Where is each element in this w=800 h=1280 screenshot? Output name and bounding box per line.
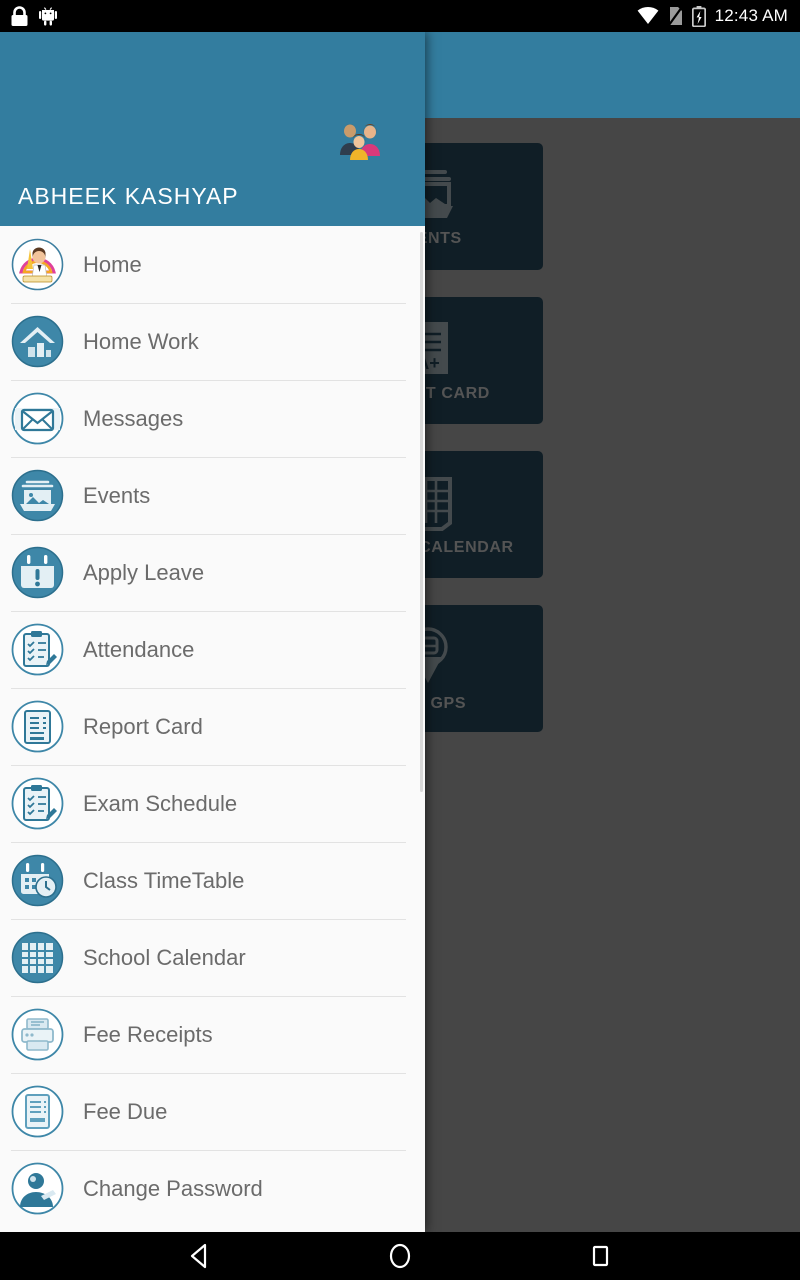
drawer-item-label: Apply Leave [83,559,205,585]
drawer-item-label: Messages [83,405,184,431]
navigation-drawer: ABHEEK KASHYAP Home Home Work Messages E… [0,32,425,1232]
drawer-item-class-timetable[interactable]: Class TimeTable [0,842,425,919]
checklist-pen-icon [11,623,64,676]
drawer-item-change-password[interactable]: Change Password [0,1150,425,1227]
drawer-item-label: Events [83,482,151,508]
drawer-header: ABHEEK KASHYAP [0,32,425,226]
status-bar-left-icons [0,5,57,27]
drawer-menu-list: Home Home Work Messages Events Apply Lea… [0,226,425,1227]
recents-square-icon[interactable] [570,1232,630,1280]
exclamation-calendar-icon [11,546,64,599]
battery-charging-icon [691,5,706,27]
printer-receipt-icon [11,1008,64,1061]
drawer-item-fee-due[interactable]: Fee Due [0,1073,425,1150]
drawer-item-label: Attendance [83,636,195,662]
wifi-icon [637,7,658,24]
no-sim-icon [667,6,683,26]
drawer-item-label: Home [83,251,142,277]
phone-screen: MESSAGES ATTENDANCE CLASS TIME TABLE [0,0,800,1280]
android-robot-icon [39,6,57,26]
drawer-item-events[interactable]: Events [0,457,425,534]
drawer-item-label: Report Card [83,713,203,739]
home-circle-icon[interactable] [370,1232,430,1280]
back-triangle-icon[interactable] [170,1232,230,1280]
drawer-item-fee-receipts[interactable]: Fee Receipts [0,996,425,1073]
status-bar: 12:43 AM [0,0,800,32]
drawer-item-home-work[interactable]: Home Work [0,303,425,380]
status-bar-clock: 12:43 AM [714,6,788,25]
drawer-item-exam-schedule[interactable]: Exam Schedule [0,765,425,842]
drawer-item-home[interactable]: Home [0,226,425,303]
drawer-item-label: Fee Receipts [83,1021,213,1047]
drawer-item-label: Home Work [83,328,199,354]
drawer-username: ABHEEK KASHYAP [18,183,239,209]
house-book-icon [11,315,64,368]
drawer-item-label: Exam Schedule [83,790,238,816]
drawer-item-attendance[interactable]: Attendance [0,611,425,688]
envelope-icon [11,392,64,445]
drawer-item-label: Change Password [83,1175,263,1201]
drawer-scrollbar[interactable] [420,232,423,792]
checklist-pen-icon [11,777,64,830]
android-navigation-bar [0,1232,800,1280]
drawer-item-label: School Calendar [83,944,246,970]
school-logo-icon [11,238,64,291]
drawer-item-label: Fee Due [83,1098,168,1124]
photo-frame-icon [11,469,64,522]
drawer-item-report-card[interactable]: Report Card [0,688,425,765]
calendar-clock-icon [11,854,64,907]
user-key-icon [11,1162,64,1215]
drawer-item-label: Class TimeTable [83,867,245,893]
invoice-icon [11,1085,64,1138]
family-profile-icon[interactable] [337,122,381,162]
lock-icon [11,5,28,26]
drawer-item-apply-leave[interactable]: Apply Leave [0,534,425,611]
grid-calendar-icon [11,931,64,984]
drawer-item-messages[interactable]: Messages [0,380,425,457]
drawer-item-school-calendar[interactable]: School Calendar [0,919,425,996]
status-bar-right-icons: 12:43 AM [637,5,800,27]
document-lines-icon [11,700,64,753]
